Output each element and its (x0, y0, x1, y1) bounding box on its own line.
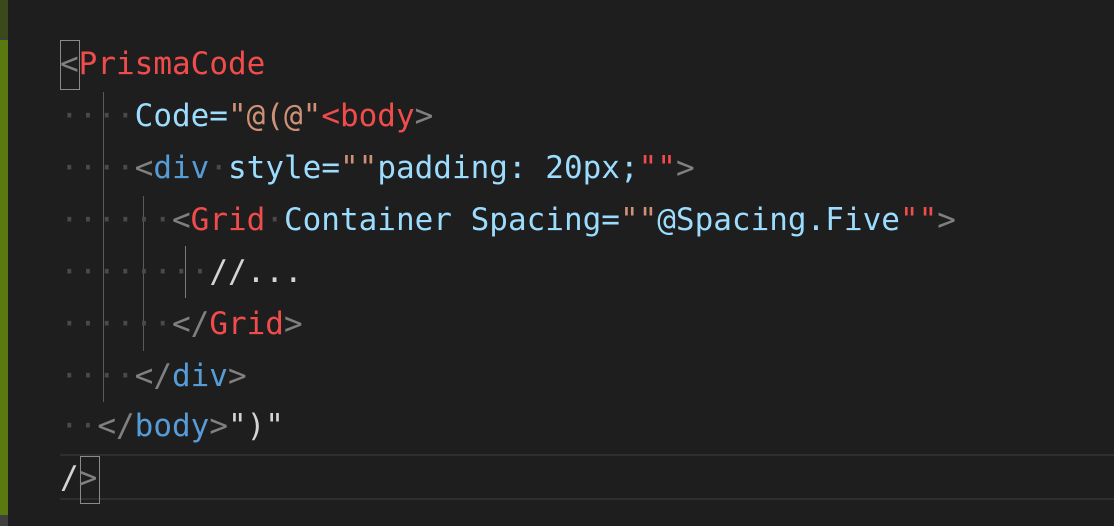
bracket-close: > (937, 202, 956, 238)
gutter-change-marker (0, 0, 8, 38)
component-tag: PrismaCode (78, 46, 266, 82)
string-quote: " (227, 98, 247, 134)
code-line-4[interactable]: ······<Grid·Container Spacing=""@Spacing… (60, 194, 956, 246)
bracket-close: > (227, 358, 247, 394)
string-tail: ")" (227, 408, 284, 444)
component-tag: Grid (190, 202, 266, 238)
attribute-value: @Spacing.Five (657, 202, 900, 238)
code-line-9[interactable]: /> (60, 452, 97, 504)
bracket-open: < (171, 202, 191, 238)
attribute-value: padding: 20px; (377, 150, 639, 186)
bracket-open: < (60, 46, 79, 82)
attribute-name: Code= (134, 98, 228, 134)
bracket-open: </ (97, 408, 135, 444)
component-tag: Grid (209, 306, 284, 342)
attribute-name: Container Spacing= (283, 202, 620, 238)
string-value: @(@" (246, 98, 322, 134)
code-line-8[interactable]: ··</body>")" (60, 400, 284, 452)
bracket-open: < (321, 98, 340, 134)
html-tag: div (153, 150, 210, 186)
code-line-2[interactable]: ····Code="@(@"<body> (60, 90, 433, 142)
self-close-slash: / (60, 460, 79, 496)
string-quote: "" (619, 202, 658, 238)
code-line-1[interactable]: <PrismaCode (60, 38, 265, 90)
string-quote: "" (638, 150, 676, 186)
bracket-open: </ (134, 358, 172, 394)
current-line-highlight (60, 454, 1114, 500)
bracket-close: > (675, 150, 695, 186)
string-quote: "" (899, 202, 938, 238)
html-tag: div (171, 358, 228, 394)
string-quote: "" (339, 150, 378, 186)
bracket-close: > (283, 306, 303, 342)
bracket-close: > (209, 408, 228, 444)
code-line-6[interactable]: ······</Grid> (60, 298, 303, 350)
html-tag: body (339, 98, 415, 134)
gutter-modified-marker (0, 40, 8, 515)
code-line-7[interactable]: ····</div> (60, 350, 247, 402)
html-tag: body (134, 408, 210, 444)
comment-text: //... (209, 254, 303, 290)
code-line-5[interactable]: ········//... (60, 246, 303, 298)
bracket-close: > (78, 460, 98, 496)
bracket-close: > (414, 98, 434, 134)
code-line-3[interactable]: ····<div·style=""padding: 20px;""> (60, 142, 695, 194)
attribute-name: style= (228, 150, 340, 186)
bracket-open: < (134, 150, 154, 186)
bracket-open: </ (171, 306, 210, 342)
